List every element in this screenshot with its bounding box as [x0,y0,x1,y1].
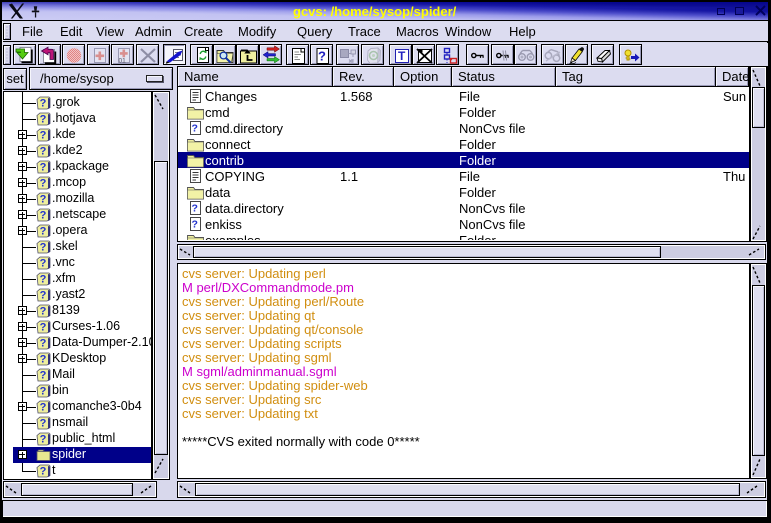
svg-text:?: ? [318,48,326,63]
svg-text:?: ? [40,465,47,477]
svg-text:?: ? [40,177,47,189]
svg-text:?: ? [40,241,47,253]
svg-text:?: ? [40,97,47,109]
svg-text:?: ? [40,145,47,157]
svg-text:?: ? [40,305,47,317]
svg-text:?: ? [40,257,47,269]
svg-text:T: T [398,49,406,63]
svg-text:?: ? [40,193,47,205]
svg-text:?: ? [40,113,47,125]
svg-text:?: ? [40,225,47,237]
svg-text:?: ? [40,417,47,429]
svg-text:?: ? [40,337,47,349]
svg-text:?: ? [40,369,47,381]
svg-text:?: ? [192,203,198,215]
svg-text:?: ? [40,353,47,365]
svg-text:?: ? [40,129,47,141]
svg-text:?: ? [40,289,47,301]
svg-text:?: ? [40,209,47,221]
svg-text:?: ? [40,321,47,333]
svg-text:?: ? [192,123,198,135]
svg-text:?: ? [40,161,47,173]
svg-text:?: ? [192,219,198,231]
svg-text:?: ? [40,273,47,285]
svg-text:?: ? [40,433,47,445]
svg-text:?: ? [40,385,47,397]
svg-text:01: 01 [118,57,126,64]
svg-text:?: ? [40,401,47,413]
